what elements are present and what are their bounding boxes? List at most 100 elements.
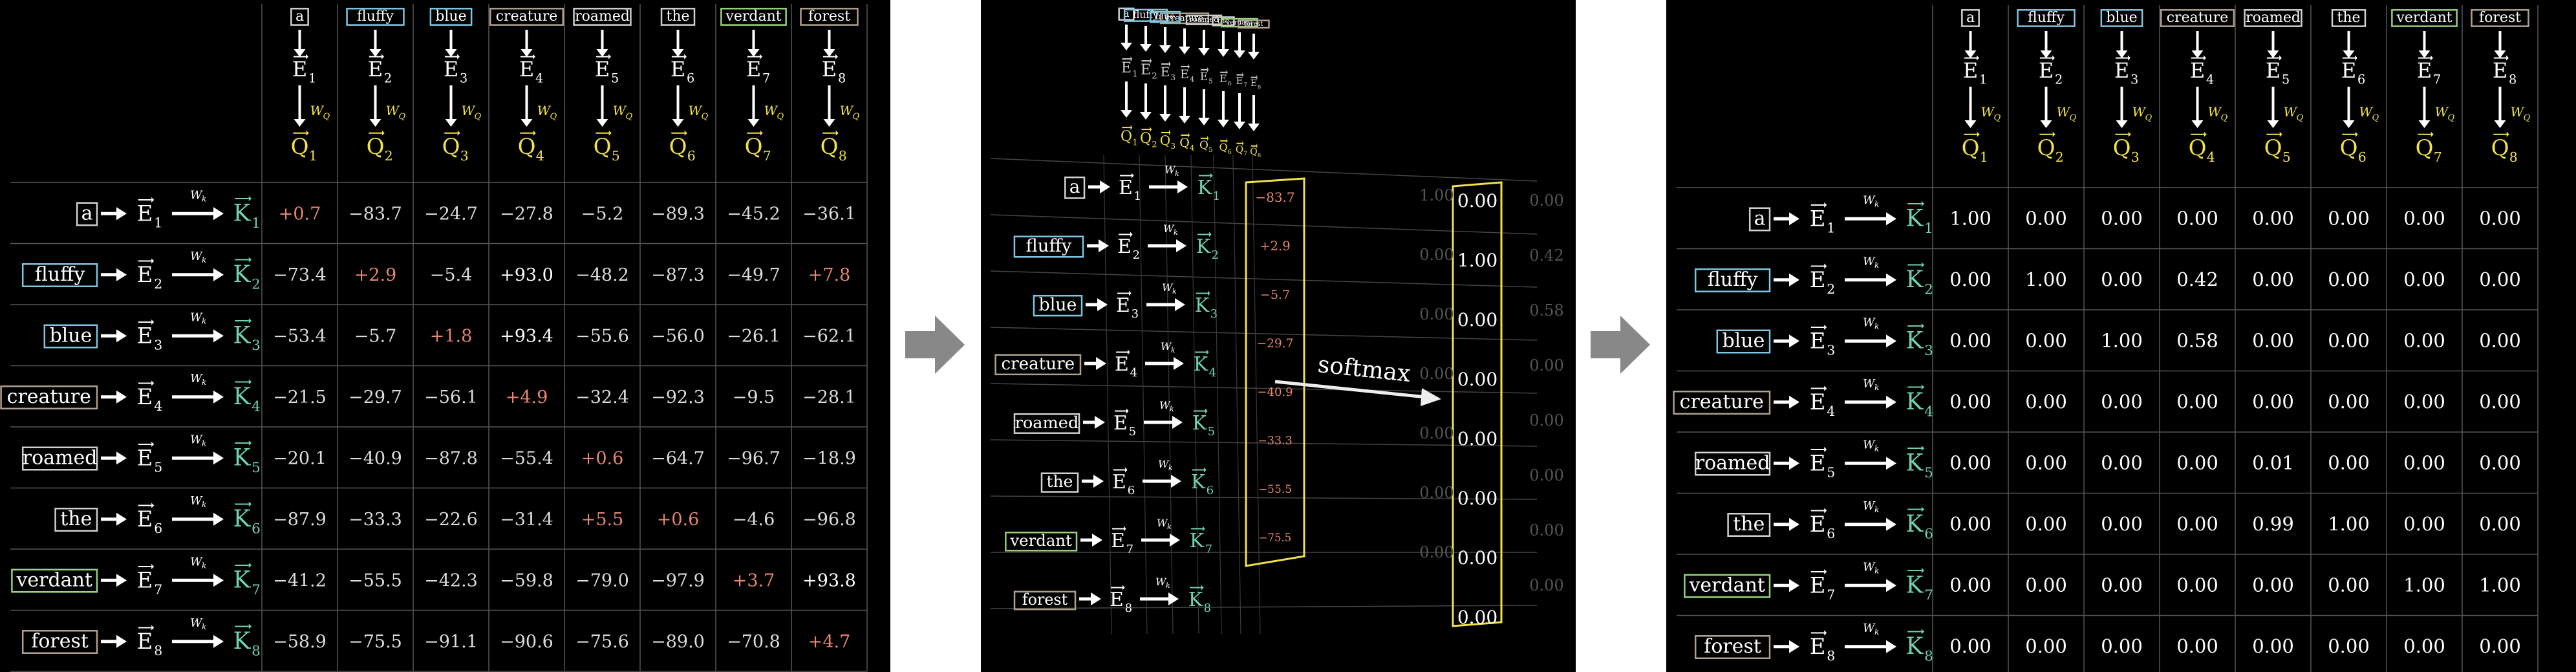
score-cell: 0.00	[2328, 635, 2370, 657]
faded-next-column-value: 0.00	[1529, 521, 1563, 539]
query-vector-1: Q1	[291, 130, 317, 164]
wk-label: W	[1863, 499, 1876, 513]
row-embedding-8-index: 8	[1827, 648, 1835, 664]
query-vector-7-index: 7	[2434, 149, 2442, 165]
key-vector-4-index: 4	[1924, 404, 1933, 420]
faded-prev-column-value: 0.00	[1419, 543, 1454, 561]
score-cell: 0.00	[2479, 207, 2521, 229]
wk-label-sub: k	[202, 378, 206, 387]
mid-token-arrow-head	[1248, 52, 1260, 60]
score-cell: −87.9	[273, 510, 327, 530]
score-cell: −21.5	[273, 387, 327, 407]
token-to-embedding-arrow-head	[1789, 579, 1799, 592]
mid-token-to-emb-head	[1092, 534, 1102, 547]
key-vector-7: K7	[1906, 568, 1933, 603]
score-cell: +4.9	[506, 387, 548, 407]
score-cell: −70.8	[727, 632, 780, 652]
mid-wk-label-sub: k	[1170, 405, 1174, 413]
wk-label-sub: k	[1874, 566, 1879, 575]
score-cell: 0.00	[2025, 391, 2067, 413]
key-vector-3: K3	[233, 318, 261, 354]
mid-embedding-2: E2	[1141, 58, 1157, 81]
mid-query-arrow-head	[1234, 122, 1245, 129]
before-softmax-value: +2.9	[1260, 239, 1290, 254]
score-cell: −32.4	[575, 387, 629, 407]
wk-label-sub: k	[202, 500, 206, 509]
query-projection-arrow-head	[445, 119, 457, 127]
row-embedding-3: E3	[137, 319, 162, 352]
row-token-creature: creature	[1680, 391, 1764, 413]
score-cell: −55.6	[575, 326, 629, 346]
score-cell: +0.7	[279, 204, 321, 224]
row-embedding-4-index: 4	[1827, 404, 1835, 419]
mid-grid-row-line	[990, 270, 1538, 288]
row-embedding-3-index: 3	[1827, 342, 1835, 358]
token-to-embedding-arrow-head	[672, 49, 684, 57]
mid-row-embedding-6: E6	[1112, 467, 1135, 497]
row-embedding-1-letter: E	[1810, 206, 1826, 232]
score-cell: 0.00	[2403, 268, 2445, 290]
embedding-vector-2-index: 2	[384, 71, 392, 86]
mid-key-projection-head	[1175, 298, 1185, 311]
raw-attention-scores-panel: a E 1 W Q Q 1 fluffy E 2 W Q Q 2 blue E 3 W Q Q 3 creature E 4 W…	[0, 0, 890, 672]
score-cell: 0.01	[2252, 451, 2294, 473]
query-vector-5-letter: Q	[594, 134, 612, 160]
wk-label: W	[1863, 438, 1876, 451]
token-to-embedding-arrow-head	[521, 49, 533, 57]
query-vector-6: Q6	[2340, 131, 2367, 165]
score-cell: 0.00	[2403, 207, 2445, 229]
score-cell: −89.3	[651, 204, 705, 224]
key-projection-arrow-head	[1886, 395, 1896, 409]
embedding-vector-7-index: 7	[2433, 72, 2441, 87]
token-to-embedding-arrow-head	[116, 329, 127, 343]
score-cell: −5.7	[354, 326, 397, 346]
key-projection-arrow-head	[213, 634, 224, 648]
embedding-vector-1-letter: E	[1963, 58, 1978, 83]
score-cell: 0.00	[2328, 451, 2370, 473]
faded-next-column-value: 0.00	[1529, 356, 1563, 374]
faded-next-column-value: 0.00	[1529, 411, 1563, 429]
row-token-forest: forest	[31, 630, 89, 653]
score-cell: +0.6	[657, 510, 700, 530]
softmax-output-value: 0.00	[1457, 547, 1497, 569]
faded-prev-column-value: 0.00	[1419, 305, 1454, 323]
mid-embedding-3-index: 3	[1170, 73, 1175, 82]
wk-label-sub: k	[1874, 261, 1879, 270]
query-projection-arrow-head	[672, 119, 684, 127]
row-embedding-4: E4	[137, 380, 162, 414]
mid-token-arrow-head	[1159, 45, 1171, 53]
wk-label-sub: k	[202, 316, 206, 325]
query-projection-arrow-head	[596, 119, 608, 127]
row-embedding-8-index: 8	[154, 643, 162, 658]
mid-embedding-7: E7	[1236, 72, 1247, 89]
wk-label-sub: k	[202, 561, 206, 570]
embedding-vector-7: E7	[2417, 55, 2441, 87]
row-token-forest: forest	[1704, 635, 1761, 658]
key-vector-8-letter: K	[233, 628, 252, 655]
score-cell: 0.00	[1949, 268, 1991, 290]
mid-embedding-5-index: 5	[1208, 78, 1212, 85]
wk-label: W	[1863, 377, 1876, 391]
query-vector-4: Q4	[518, 130, 544, 164]
score-cell: 0.00	[2176, 574, 2218, 596]
score-cell: −18.9	[802, 448, 856, 468]
score-cell: 0.00	[1949, 451, 1991, 473]
faded-prev-column-value: 0.00	[1419, 424, 1454, 442]
score-cell: −87.3	[651, 265, 705, 285]
query-vector-3-letter: Q	[442, 134, 460, 160]
mid-embedding-7-index: 7	[1243, 83, 1247, 89]
score-cell: −58.9	[273, 632, 327, 652]
mid-row-embedding-2-index: 2	[1133, 248, 1140, 262]
softmax-output-value: 0.00	[1457, 369, 1497, 390]
mid-embedding-3-letter: E	[1161, 64, 1170, 80]
mid-query-6: Q6	[1219, 138, 1232, 156]
query-vector-8: Q8	[821, 130, 847, 164]
score-cell: 0.00	[2479, 635, 2521, 657]
embedding-vector-6-letter: E	[2341, 58, 2356, 83]
key-projection-arrow-head	[213, 329, 224, 343]
softmax-column-panel: a E 1 Q 1 fluffy E 2 Q 2 blue E 3 Q 3 creature E 4 Q 4 roame…	[981, 0, 1576, 672]
before-softmax-column-box	[1245, 177, 1305, 567]
faded-prev-column-value: 1.00	[1419, 186, 1454, 204]
embedding-vector-1-letter: E	[292, 57, 307, 81]
key-vector-2-index: 2	[252, 277, 261, 293]
